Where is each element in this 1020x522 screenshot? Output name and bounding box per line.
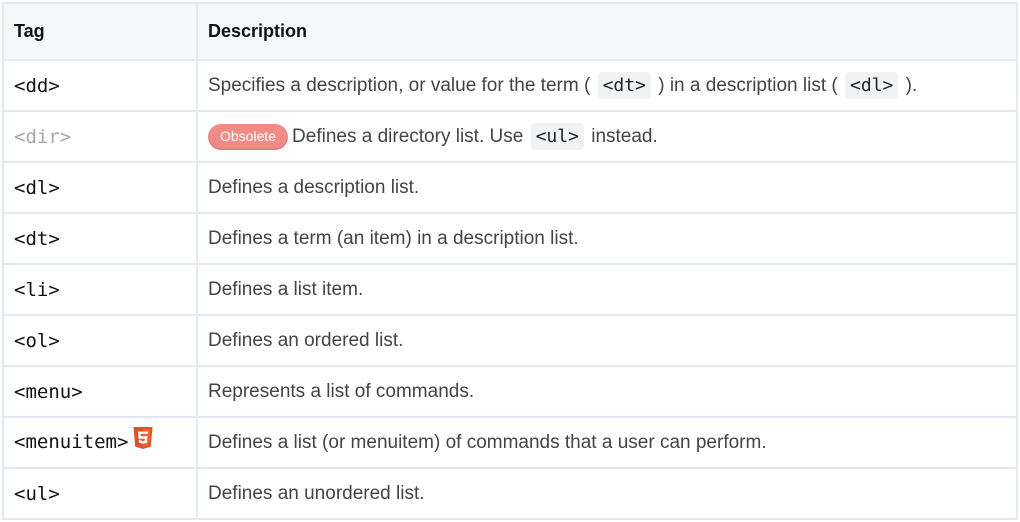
tags-table: Tag Description <dd> Specifies a descrip… [2,2,1018,520]
description-cell: Specifies a description, or value for th… [196,59,1018,112]
header-row: Tag Description [2,2,1018,61]
table-row: <dd> Specifies a description, or value f… [2,59,1018,112]
description-text: Specifies a description, or value for th… [208,74,591,96]
description-text: ). [905,74,918,96]
header-description: Description [196,2,1018,61]
description-cell: Defines a description list. [196,161,1018,214]
tag-cell-menu: <menu> [2,365,198,418]
description-text: Defines a directory list. Use [292,125,524,147]
inline-code: <dt> [597,71,651,99]
description-cell: Defines an ordered list. [196,314,1018,367]
description-cell: Defines a list item. [196,263,1018,316]
tag-cell-ul: <ul> [2,467,198,520]
tag-cell-dl: <dl> [2,161,198,214]
table-row: <ul> Defines an unordered list. [2,467,1018,520]
description-cell: Obsolete Defines a directory list. Use <u… [196,110,1018,163]
tag-cell-ol: <ol> [2,314,198,367]
tag-cell-dt: <dt> [2,212,198,265]
description-text: instead. [591,125,658,147]
description-cell: Defines an unordered list. [196,467,1018,520]
description-text: ) in a description list ( [658,74,838,96]
table-row: <ol> Defines an ordered list. [2,314,1018,367]
table-row: <menu> Represents a list of commands. [2,365,1018,418]
inline-code: <ul> [530,122,584,150]
table-row: <menuitem> Defines a list (or menuitem) … [2,416,1018,469]
table-row: <dt> Defines a term (an item) in a descr… [2,212,1018,265]
obsolete-badge: Obsolete [208,123,289,150]
description-cell: Defines a term (an item) in a descriptio… [196,212,1018,265]
tag-cell-li: <li> [2,263,198,316]
table-row: <dir> Obsolete Defines a directory list. … [2,110,1018,163]
tag-text: <menuitem> [14,431,129,453]
table-row: <li> Defines a list item. [2,263,1018,316]
html5-icon [132,426,154,455]
header-tag: Tag [2,2,198,61]
tag-cell-dd: <dd> [2,59,198,112]
table-row: <dl> Defines a description list. [2,161,1018,214]
inline-code: <dl> [845,71,899,99]
tag-cell-dir: <dir> [2,110,198,163]
tag-cell-menuitem: <menuitem> [2,416,198,469]
description-cell: Defines a list (or menuitem) of commands… [196,416,1018,469]
description-cell: Represents a list of commands. [196,365,1018,418]
